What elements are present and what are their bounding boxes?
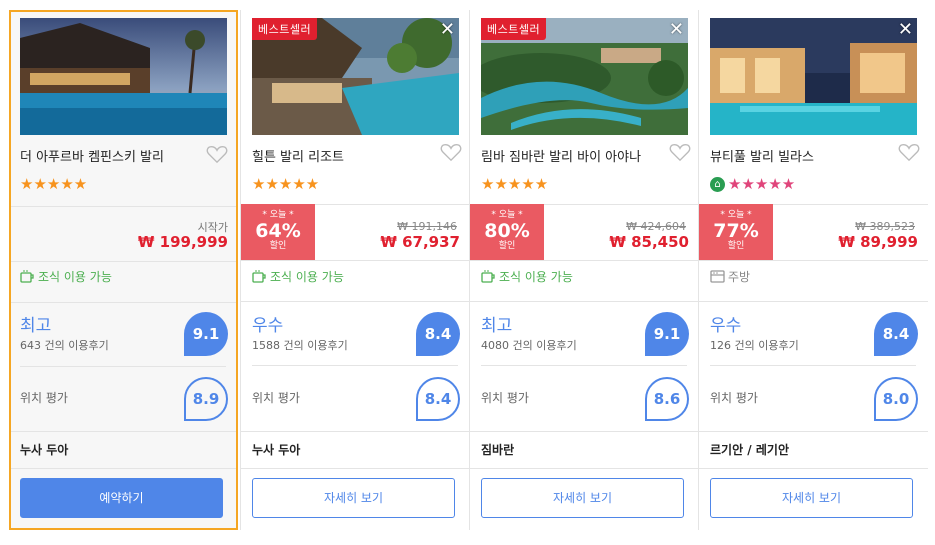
home-icon: ⌂ xyxy=(710,177,725,192)
location-rating-label: 위치 평가 xyxy=(252,391,300,405)
divider xyxy=(20,366,226,367)
hotel-card[interactable]: 베스트셀러 ✕ 힐튼 발리 리조트 ★★★★★ * 오늘 * 64% 할인 ₩ … xyxy=(241,10,470,530)
divider xyxy=(710,365,916,366)
discount-badge: * 오늘 * 77% 할인 xyxy=(699,204,773,260)
price[interactable]: ₩ 89,999 xyxy=(838,233,918,251)
area-name: 누사 두아 xyxy=(20,443,69,457)
hotel-card[interactable]: 베스트셀러 ✕ 림바 짐바란 발리 바이 아야나 ★★★★★ * 오늘 * 80… xyxy=(470,10,699,530)
rating-word: 우수 xyxy=(252,316,284,336)
divider xyxy=(481,365,687,366)
hotel-photo[interactable] xyxy=(20,18,227,135)
heart-outline-icon[interactable] xyxy=(898,142,920,162)
feature-breakfast: 조식 이용 가능 xyxy=(252,268,344,285)
close-icon[interactable]: ✕ xyxy=(669,21,684,39)
area-name: 르기안 / 레기안 xyxy=(710,443,789,457)
feature-kitchen: 주방 xyxy=(710,268,750,285)
location-score-badge: 8.6 xyxy=(645,377,689,421)
feature-breakfast: 조식 이용 가능 xyxy=(20,268,112,285)
divider xyxy=(699,301,928,302)
heart-outline-icon[interactable] xyxy=(440,142,462,162)
divider xyxy=(470,468,699,469)
stove-icon xyxy=(710,270,725,283)
divider xyxy=(699,468,928,469)
divider xyxy=(241,301,470,302)
review-count[interactable]: 126 건의 이용후기 xyxy=(710,337,799,353)
area-name: 누사 두아 xyxy=(252,443,301,457)
coffee-cup-icon xyxy=(252,270,266,283)
feature-breakfast: 조식 이용 가능 xyxy=(481,268,573,285)
discount-badge: * 오늘 * 80% 할인 xyxy=(470,204,544,260)
rating-word: 최고 xyxy=(481,316,513,336)
bestseller-badge: 베스트셀러 xyxy=(252,18,318,40)
hotel-name[interactable]: 더 아푸르바 켐핀스키 발리 xyxy=(20,146,164,165)
hotel-name[interactable]: 힐튼 발리 리조트 xyxy=(252,146,344,165)
original-price: ₩ 191,146 xyxy=(397,220,457,233)
hotel-name[interactable]: 뷰티풀 발리 빌라스 xyxy=(710,146,814,165)
review-score-badge: 8.4 xyxy=(874,312,918,356)
divider xyxy=(241,431,470,432)
divider xyxy=(241,260,470,261)
divider xyxy=(11,261,236,262)
divider xyxy=(252,365,458,366)
divider xyxy=(11,468,236,469)
hotel-photo[interactable]: 베스트셀러 ✕ xyxy=(252,18,459,135)
hotel-card[interactable]: 더 아푸르바 켐핀스키 발리 ★★★★★ 시작가 ₩ 199,999 조식 이용… xyxy=(9,10,238,530)
divider xyxy=(11,431,236,432)
view-details-button[interactable]: 자세히 보기 xyxy=(481,478,684,518)
divider xyxy=(11,302,236,303)
view-details-button[interactable]: 자세히 보기 xyxy=(710,478,913,518)
star-rating: ★★★★★ xyxy=(481,175,549,193)
divider xyxy=(241,468,470,469)
review-score-badge: 9.1 xyxy=(645,312,689,356)
hotel-photo-image xyxy=(710,18,917,135)
coffee-cup-icon xyxy=(20,270,34,283)
divider xyxy=(699,431,928,432)
coffee-cup-icon xyxy=(481,270,495,283)
hotel-photo-image xyxy=(20,18,227,135)
original-price: ₩ 424,604 xyxy=(626,220,686,233)
price[interactable]: ₩ 85,450 xyxy=(609,233,689,251)
price[interactable]: ₩ 67,937 xyxy=(380,233,460,251)
close-icon[interactable]: ✕ xyxy=(898,21,913,39)
location-rating-label: 위치 평가 xyxy=(20,391,68,405)
star-rating: ⌂ ★★★★★ xyxy=(710,175,795,193)
divider xyxy=(11,206,236,207)
location-score-badge: 8.4 xyxy=(416,377,460,421)
review-count[interactable]: 1588 건의 이용후기 xyxy=(252,337,348,353)
review-count[interactable]: 643 건의 이용후기 xyxy=(20,337,109,353)
location-score-badge: 8.9 xyxy=(184,377,228,421)
location-score-badge: 8.0 xyxy=(874,377,918,421)
book-button[interactable]: 예약하기 xyxy=(20,478,223,518)
price[interactable]: ₩ 199,999 xyxy=(138,233,228,251)
bestseller-badge: 베스트셀러 xyxy=(481,18,547,40)
view-details-button[interactable]: 자세히 보기 xyxy=(252,478,455,518)
discount-badge: * 오늘 * 64% 할인 xyxy=(241,204,315,260)
close-icon[interactable]: ✕ xyxy=(440,21,455,39)
hotel-card[interactable]: ✕ 뷰티풀 발리 빌라스 ⌂ ★★★★★ * 오늘 * 77% 할인 ₩ 389,… xyxy=(699,10,928,530)
divider xyxy=(470,431,699,432)
star-rating: ★★★★★ xyxy=(252,175,320,193)
heart-outline-icon[interactable] xyxy=(669,142,691,162)
rating-word: 우수 xyxy=(710,316,742,336)
hotel-photo[interactable]: 베스트셀러 ✕ xyxy=(481,18,688,135)
divider xyxy=(470,301,699,302)
hotel-name[interactable]: 림바 짐바란 발리 바이 아야나 xyxy=(481,146,641,165)
star-rating: ★★★★★ xyxy=(20,175,88,193)
location-rating-label: 위치 평가 xyxy=(710,391,758,405)
review-count[interactable]: 4080 건의 이용후기 xyxy=(481,337,577,353)
original-price: ₩ 389,523 xyxy=(855,220,915,233)
rating-word: 최고 xyxy=(20,316,52,336)
review-score-badge: 8.4 xyxy=(416,312,460,356)
area-name: 짐바란 xyxy=(481,443,515,457)
location-rating-label: 위치 평가 xyxy=(481,391,529,405)
review-score-badge: 9.1 xyxy=(184,312,228,356)
divider xyxy=(699,260,928,261)
hotel-photo[interactable]: ✕ xyxy=(710,18,917,135)
heart-outline-icon[interactable] xyxy=(206,144,228,164)
divider xyxy=(470,260,699,261)
